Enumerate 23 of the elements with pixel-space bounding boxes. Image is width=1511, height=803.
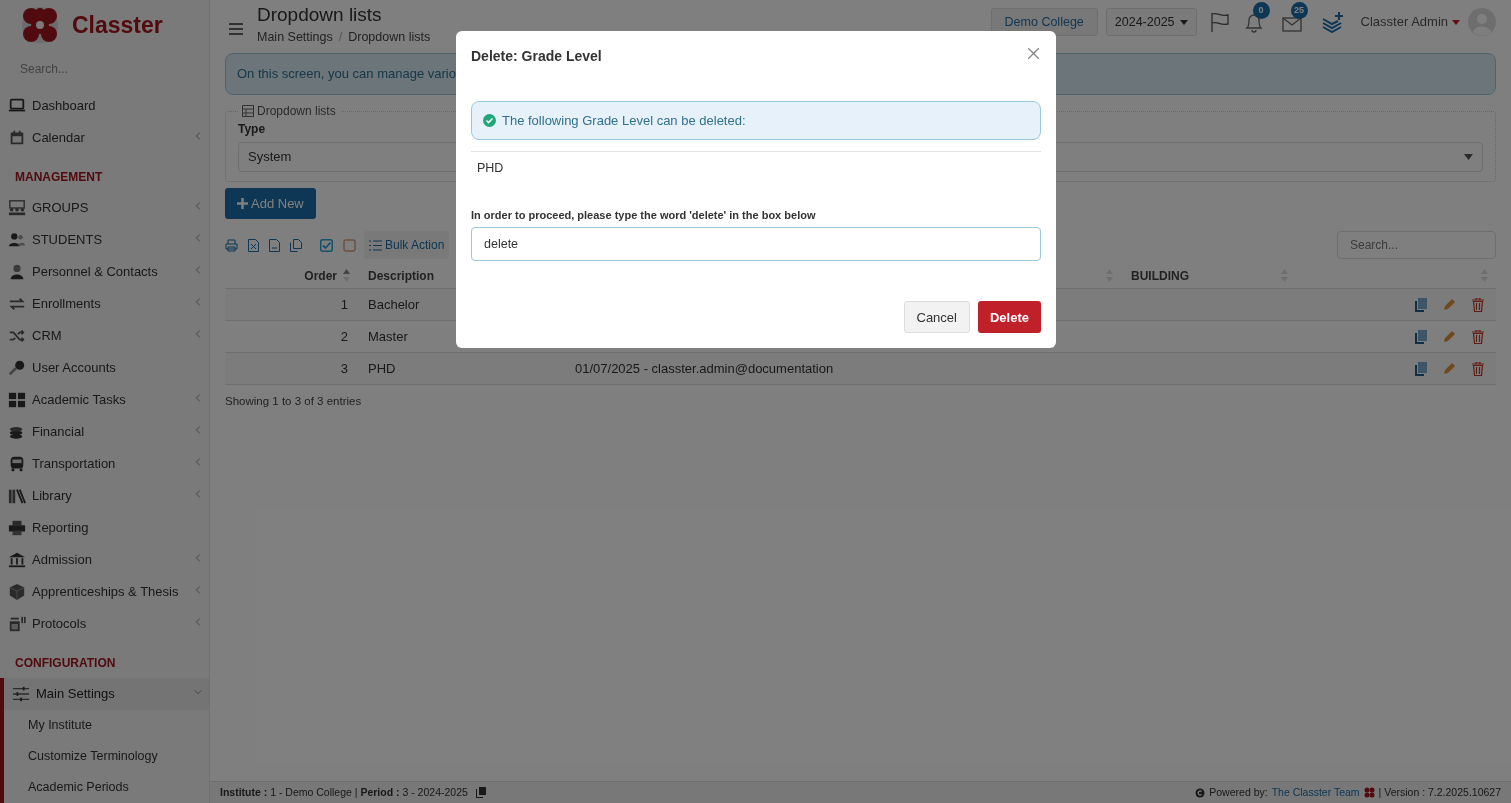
footer-context: Institute : 1 - Demo College | Period : 3 - 2024-2025 — [220, 784, 468, 800]
legend-text: Dropdown lists — [257, 103, 336, 120]
table-cell-text: 3 — [339, 359, 349, 378]
section-heading: CONFIGURATION — [14, 655, 117, 672]
powered-by-label: Powered by: — [1209, 784, 1268, 800]
section-heading: MANAGEMENT — [14, 169, 104, 186]
count-badge: 25 — [1290, 2, 1308, 19]
table-cell-text: Bachelor — [367, 295, 421, 314]
table-cell-text: Master — [367, 327, 409, 346]
field-label: Type — [238, 121, 266, 138]
version-text: | Version : 7.2.2025.10627 — [1378, 784, 1501, 800]
table-cell-text: 1 — [339, 295, 349, 314]
prompt-label: In order to proceed, please type the word 'delete' in the box below — [471, 207, 817, 223]
alert-text: The following Grade Level can be deleted: — [502, 111, 746, 130]
table-cell-text: 2 — [339, 327, 349, 346]
count-badge: 0 — [1252, 2, 1270, 19]
table-cell-text: PHD — [367, 359, 397, 378]
item-name: PHD — [476, 160, 505, 177]
table-cell-text: 01/07/2025 - classter.admin@documentation — [574, 359, 835, 378]
page-title: Dropdown lists — [257, 3, 383, 27]
breadcrumb-separator: / — [338, 29, 343, 46]
table-info: Showing 1 to 3 of 3 entries — [225, 394, 363, 409]
logo-text: Classter — [72, 10, 163, 40]
